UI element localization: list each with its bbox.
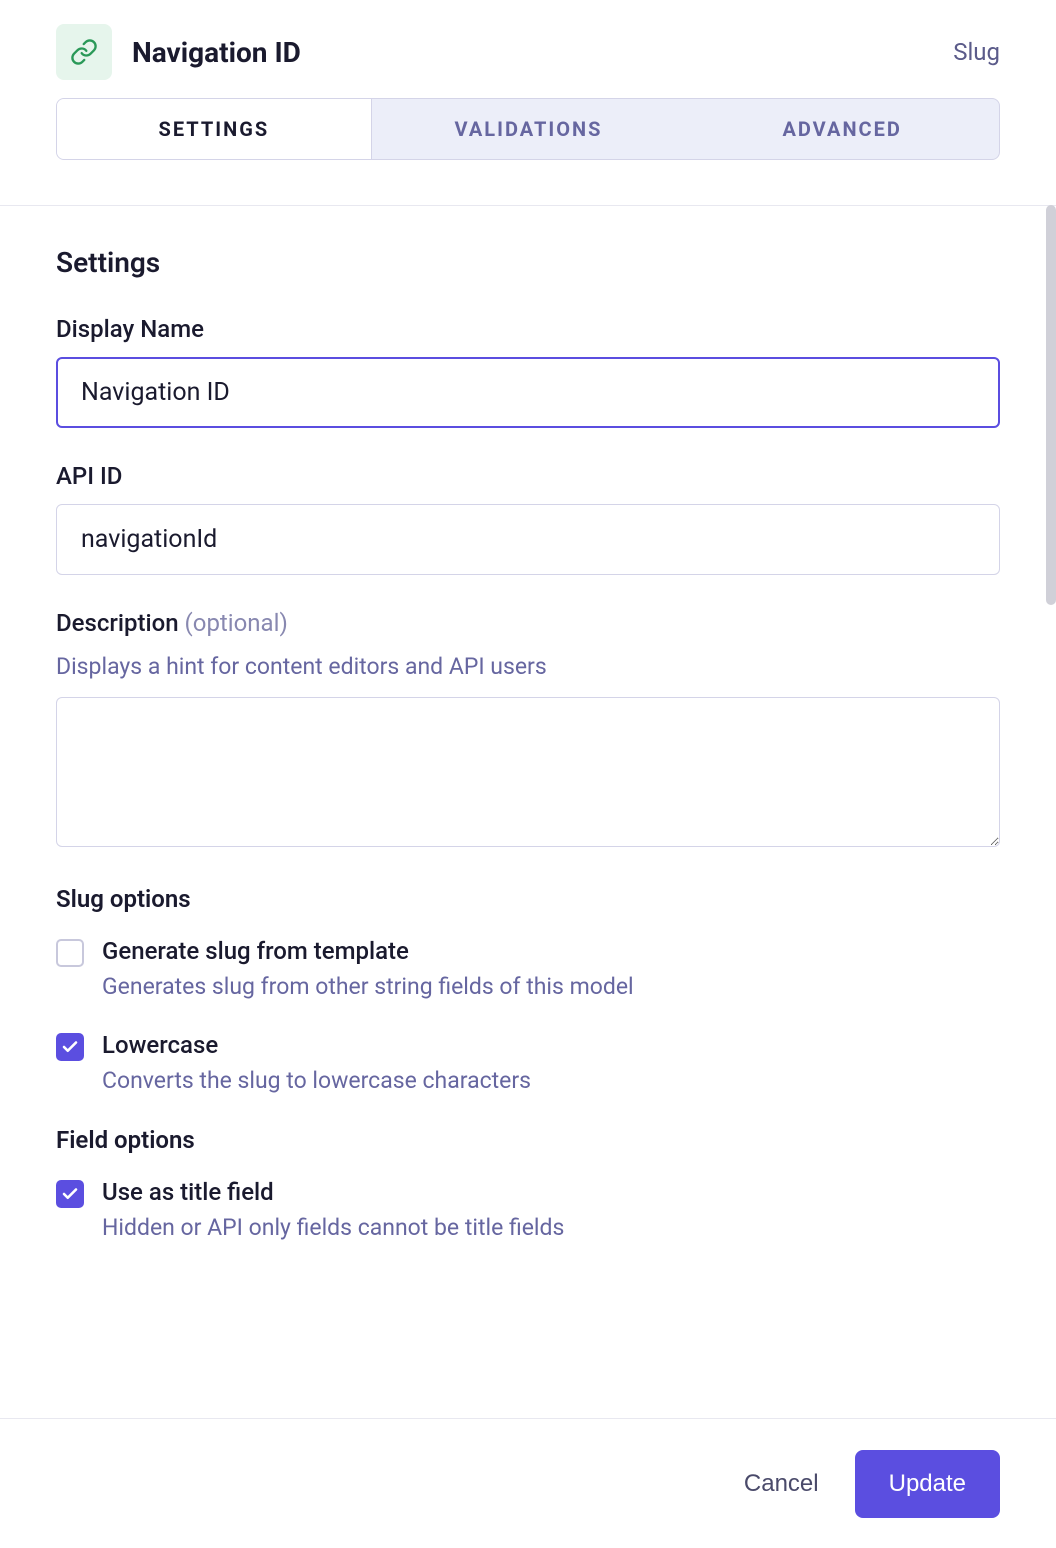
- tabs: Settings Validations Advanced: [56, 98, 1000, 160]
- display-name-input[interactable]: [56, 357, 1000, 428]
- display-name-label: Display Name: [56, 315, 1000, 343]
- generate-slug-content: Generate slug from template Generates sl…: [102, 937, 1000, 1003]
- update-button[interactable]: Update: [855, 1450, 1000, 1518]
- generate-slug-label: Generate slug from template: [102, 937, 1000, 965]
- tab-settings[interactable]: Settings: [57, 99, 372, 159]
- generate-slug-checkbox[interactable]: [56, 939, 84, 967]
- api-id-group: API ID: [56, 462, 1000, 575]
- tab-validations[interactable]: Validations: [372, 99, 686, 159]
- lowercase-desc: Converts the slug to lowercase character…: [102, 1065, 1000, 1097]
- slug-icon: [56, 24, 112, 80]
- api-id-label: API ID: [56, 462, 1000, 490]
- title-field-row: Use as title field Hidden or API only fi…: [56, 1178, 1000, 1244]
- description-group: Description (optional) Displays a hint f…: [56, 609, 1000, 851]
- field-options-title: Field options: [56, 1126, 1000, 1154]
- field-type-label: Slug: [953, 38, 1000, 66]
- header-left: Navigation ID: [56, 24, 301, 80]
- tab-advanced[interactable]: Advanced: [685, 99, 999, 159]
- title-field-desc: Hidden or API only fields cannot be titl…: [102, 1212, 1000, 1244]
- description-label-text: Description: [56, 609, 179, 637]
- title-field-checkbox[interactable]: [56, 1180, 84, 1208]
- content-scroll[interactable]: Settings Display Name API ID Description…: [0, 205, 1056, 1418]
- title-field-content: Use as title field Hidden or API only fi…: [102, 1178, 1000, 1244]
- description-textarea[interactable]: [56, 697, 1000, 847]
- api-id-input[interactable]: [56, 504, 1000, 575]
- page-title: Navigation ID: [132, 36, 301, 69]
- lowercase-content: Lowercase Converts the slug to lowercase…: [102, 1031, 1000, 1097]
- description-optional: (optional): [185, 609, 288, 637]
- lowercase-checkbox[interactable]: [56, 1033, 84, 1061]
- dialog-footer: Cancel Update: [0, 1418, 1056, 1548]
- dialog-header: Navigation ID Slug: [0, 0, 1056, 98]
- description-hint: Displays a hint for content editors and …: [56, 651, 1000, 683]
- description-label: Description (optional): [56, 609, 1000, 637]
- title-field-label: Use as title field: [102, 1178, 1000, 1206]
- cancel-button[interactable]: Cancel: [736, 1460, 827, 1508]
- lowercase-label: Lowercase: [102, 1031, 1000, 1059]
- scrollbar[interactable]: [1046, 205, 1056, 605]
- generate-slug-row: Generate slug from template Generates sl…: [56, 937, 1000, 1003]
- generate-slug-desc: Generates slug from other string fields …: [102, 971, 1000, 1003]
- settings-panel: Settings Display Name API ID Description…: [0, 206, 1056, 1302]
- section-title: Settings: [56, 246, 1000, 279]
- slug-options-title: Slug options: [56, 885, 1000, 913]
- display-name-group: Display Name: [56, 315, 1000, 428]
- lowercase-row: Lowercase Converts the slug to lowercase…: [56, 1031, 1000, 1097]
